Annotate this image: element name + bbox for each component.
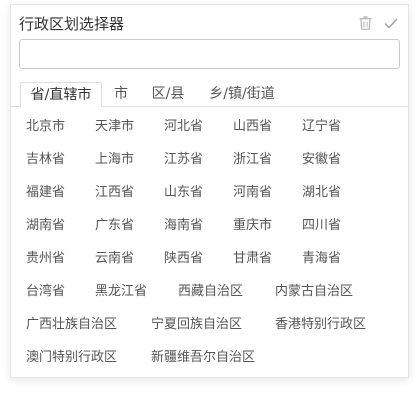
- tab-bar: 省/直辖市 市 区/县 乡/镇/街道: [11, 82, 408, 107]
- region-item[interactable]: 西藏自治区: [178, 283, 243, 301]
- region-item[interactable]: 香港特别行政区: [275, 316, 366, 334]
- region-item[interactable]: 上海市: [95, 151, 134, 169]
- region-item[interactable]: 山西省: [233, 118, 272, 136]
- region-item[interactable]: 江西省: [95, 184, 134, 202]
- tab-town[interactable]: 乡/镇/街道: [201, 82, 283, 106]
- region-item[interactable]: 广东省: [95, 217, 134, 235]
- check-icon[interactable]: [382, 14, 400, 32]
- region-item[interactable]: 宁夏回族自治区: [151, 316, 242, 334]
- region-item[interactable]: 新疆维吾尔自治区: [151, 349, 255, 367]
- trash-icon[interactable]: [356, 14, 374, 32]
- region-item[interactable]: 内蒙古自治区: [275, 283, 353, 301]
- tab-province[interactable]: 省/直辖市: [20, 82, 102, 107]
- region-item[interactable]: 山东省: [164, 184, 203, 202]
- region-item[interactable]: 青海省: [302, 250, 341, 268]
- region-item[interactable]: 广西壮族自治区: [26, 316, 117, 334]
- region-item[interactable]: 安徽省: [302, 151, 341, 169]
- region-item[interactable]: 贵州省: [26, 250, 65, 268]
- search-input[interactable]: [19, 39, 400, 69]
- header-actions: [356, 14, 400, 32]
- region-item[interactable]: 海南省: [164, 217, 203, 235]
- region-list: 北京市 天津市 河北省 山西省 辽宁省 吉林省 上海市 江苏省 浙江省 安徽省 …: [11, 107, 408, 377]
- region-item[interactable]: 湖南省: [26, 217, 65, 235]
- region-item[interactable]: 重庆市: [233, 217, 272, 235]
- region-item[interactable]: 云南省: [95, 250, 134, 268]
- region-item[interactable]: 辽宁省: [302, 118, 341, 136]
- region-item[interactable]: 福建省: [26, 184, 65, 202]
- region-item[interactable]: 浙江省: [233, 151, 272, 169]
- panel-header: 行政区划选择器: [19, 11, 400, 35]
- tab-city[interactable]: 市: [107, 82, 135, 106]
- region-item[interactable]: 四川省: [302, 217, 341, 235]
- tab-district[interactable]: 区/县: [144, 82, 192, 106]
- region-item[interactable]: 湖北省: [302, 184, 341, 202]
- region-item[interactable]: 河北省: [164, 118, 203, 136]
- region-picker-panel: 行政区划选择器 省/直辖市 市 区/县 乡/镇/街道 北京市 天津市 河北省 山…: [10, 4, 409, 378]
- region-item[interactable]: 北京市: [26, 118, 65, 136]
- region-item[interactable]: 江苏省: [164, 151, 203, 169]
- region-item[interactable]: 天津市: [95, 118, 134, 136]
- region-item[interactable]: 澳门特别行政区: [26, 349, 117, 367]
- region-item[interactable]: 河南省: [233, 184, 272, 202]
- region-item[interactable]: 甘肃省: [233, 250, 272, 268]
- region-item[interactable]: 吉林省: [26, 151, 65, 169]
- panel-title: 行政区划选择器: [19, 14, 125, 33]
- region-item[interactable]: 台湾省: [26, 283, 65, 301]
- region-item[interactable]: 黑龙江省: [95, 283, 147, 301]
- region-item[interactable]: 陕西省: [164, 250, 203, 268]
